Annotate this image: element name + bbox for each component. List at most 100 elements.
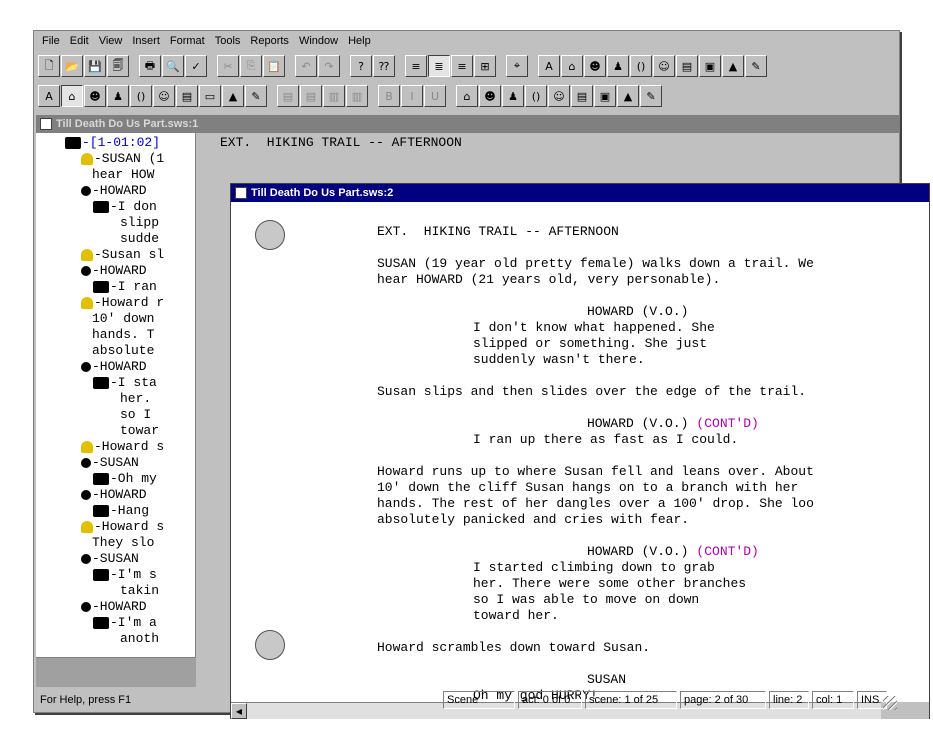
action-set-button[interactable]: ☻ [479,85,501,107]
shot-button[interactable]: ▣ [699,55,721,77]
dialogue-line[interactable]: I don't know what happened. She [473,320,715,336]
shot-set-button[interactable]: ▣ [594,85,616,107]
tree-node[interactable]: -Oh my [92,471,157,487]
tree-node[interactable]: -HOWARD [80,599,147,615]
outline-window-titlebar[interactable]: Till Death Do Us Part.sws:1 [36,115,899,133]
action-figure-button[interactable]: ☻ [84,85,106,107]
table-button[interactable]: ⊞ [474,55,496,77]
dialogue-line[interactable]: suddenly wasn't there. [473,352,645,368]
tree-node[interactable]: sudde [120,231,159,247]
tree-node[interactable]: hear HOW [92,167,154,183]
menu-view[interactable]: View [95,35,127,47]
dialogue-line[interactable]: I started climbing down to grab [473,560,715,576]
action-line[interactable]: EXT. HIKING TRAIL -- AFTERNOON [377,224,619,240]
align-right-button[interactable]: ≡ [451,55,473,77]
open-folder-button[interactable]: 📂 [61,55,83,77]
dialogue-faces-button[interactable]: ☺ [153,85,175,107]
tree-node[interactable]: hands. T [92,327,154,343]
script-tree[interactable]: -[1-01:02] -SUSAN (1 hear HOW -HOWARD -I don… [36,133,196,657]
tree-node[interactable]: -I'm a [92,615,157,631]
tree-node[interactable]: -[1-01:02] [64,135,160,151]
binoculars-button[interactable]: ⌖ [506,55,528,77]
character-cue[interactable]: HOWARD (V.O.) (CONT'D) [587,544,759,560]
tree-node[interactable]: -SUSAN [80,551,139,567]
tree-node[interactable]: They slo [92,535,154,551]
tree-node[interactable]: -SUSAN (1 [80,151,164,167]
dialogue-line[interactable]: her. There were some other branches [473,576,746,592]
act-button[interactable]: ▲ [722,55,744,77]
undo-button[interactable]: ↶ [295,55,317,77]
tree-node[interactable]: -Hang [92,503,149,519]
character-set-button[interactable]: ♟ [502,85,524,107]
note-button[interactable]: ✎ [745,55,767,77]
menu-reports[interactable]: Reports [246,35,293,47]
align-center-button[interactable]: ≣ [428,55,450,77]
dialogue-line[interactable]: so I was able to move on down [473,592,699,608]
redo-button[interactable]: ↷ [318,55,340,77]
menu-window[interactable]: Window [295,35,342,47]
menu-edit[interactable]: Edit [66,35,93,47]
tree-node[interactable]: -I sta [92,375,157,391]
new-file-button[interactable]: 🗋 [38,55,60,77]
tree-node[interactable]: -Howard s [80,439,164,455]
tree-node[interactable]: -Howard s [80,519,164,535]
action-button[interactable]: ☻ [584,55,606,77]
paste-button[interactable]: 📋 [263,55,285,77]
save-button[interactable]: 💾 [84,55,106,77]
cut-button[interactable]: ✂ [217,55,239,77]
menu-format[interactable]: Format [166,35,209,47]
transition-set-button[interactable]: ▤ [571,85,593,107]
script-editor[interactable]: EXT. HIKING TRAIL -- AFTERNOON SUSAN (19 … [231,202,929,702]
tree-node[interactable]: -HOWARD [80,263,147,279]
context-help-button[interactable]: ⁇ [373,55,395,77]
action-line[interactable]: hands. The rest of her dangles over a 10… [377,496,814,512]
scene-set-button[interactable]: ⌂ [456,85,478,107]
justify-4-button[interactable]: ▥ [346,85,368,107]
parenthetical-button[interactable]: () [630,55,652,77]
resize-grip[interactable] [883,696,897,710]
italic-button[interactable]: I [401,85,423,107]
copy-button[interactable]: ⎘ [240,55,262,77]
tree-node[interactable]: 10' down [92,311,154,327]
print-button[interactable]: 🖶 [139,55,161,77]
act-set-button[interactable]: ▲ [617,85,639,107]
paren-set-button[interactable]: () [525,85,547,107]
script-window[interactable]: Till Death Do Us Part.sws:2 EXT. HIKING … [230,183,930,719]
character-button[interactable]: ♟ [607,55,629,77]
save-all-button[interactable]: 🗐 [107,55,129,77]
parentheses-button[interactable]: () [130,85,152,107]
tree-node[interactable]: -I'm s [92,567,157,583]
tree-node[interactable]: -Howard r [80,295,164,311]
align-left-button[interactable]: ≡ [405,55,427,77]
tree-node[interactable]: -HOWARD [80,183,147,199]
justify-3-button[interactable]: ▥ [323,85,345,107]
action-line[interactable]: hear HOWARD (21 years old, very personab… [377,272,720,288]
character-cue[interactable]: HOWARD (V.O.) [587,304,688,320]
tree-node[interactable]: so I [120,407,151,423]
underline-button[interactable]: U [424,85,446,107]
tree-node[interactable]: her. [120,391,151,407]
page-button[interactable]: ▭ [199,85,221,107]
tree-node[interactable]: -Susan sl [80,247,164,263]
character-cue[interactable]: HOWARD (V.O.) (CONT'D) [587,416,759,432]
scene-button[interactable]: ⌂ [61,85,83,107]
format-a-button[interactable]: A [38,85,60,107]
note-set-button[interactable]: ✎ [640,85,662,107]
house-button[interactable]: ▲ [222,85,244,107]
justify-2-button[interactable]: ▤ [300,85,322,107]
tree-node[interactable]: takin [120,583,159,599]
transition-button[interactable]: ▤ [676,55,698,77]
action-line[interactable]: 10' down the cliff Susan hangs on to a b… [377,480,798,496]
tree-node[interactable]: towar [120,423,159,439]
script-element-a-button[interactable]: A [538,55,560,77]
bold-button[interactable]: B [378,85,400,107]
action-line[interactable]: SUSAN (19 year old pretty female) walks … [377,256,814,272]
justify-1-button[interactable]: ▤ [277,85,299,107]
tree-node[interactable]: -SUSAN [80,455,139,471]
scene-heading-button[interactable]: ⌂ [561,55,583,77]
tree-node[interactable]: -HOWARD [80,487,147,503]
help-button[interactable]: ? [350,55,372,77]
label-button[interactable]: ✎ [245,85,267,107]
tree-node[interactable]: -I ran [92,279,157,295]
dialogue-line[interactable]: I ran up there as fast as I could. [473,432,738,448]
